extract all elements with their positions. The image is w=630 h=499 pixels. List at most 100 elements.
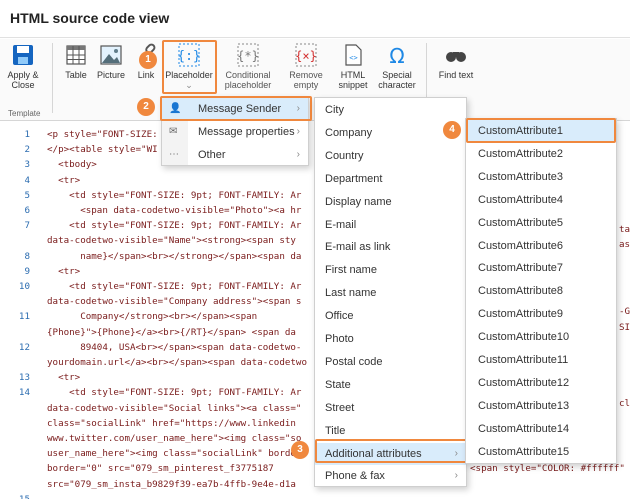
submenu-item-label: Country xyxy=(325,149,364,162)
line-number: 12 xyxy=(18,341,30,353)
line-number: 1 xyxy=(24,129,30,140)
submenu-item-label: First name xyxy=(325,264,377,277)
submenu-item-photo[interactable]: Photo xyxy=(315,328,466,350)
template-group-label: Template xyxy=(8,109,41,118)
code-line: <tr> xyxy=(47,174,81,186)
attribute-item-label: CustomAttribute14 xyxy=(478,422,570,435)
submenu-item-postal-code[interactable]: Postal code xyxy=(315,351,466,373)
table-label: Table xyxy=(65,70,87,80)
submenu-item-first-name[interactable]: First name xyxy=(315,259,466,281)
attribute-item-8[interactable]: CustomAttribute8 xyxy=(466,280,616,302)
message-sender-submenu: City Company Country Department Display name… xyxy=(314,97,467,487)
attribute-item-label: CustomAttribute8 xyxy=(478,285,563,298)
attribute-item-label: CustomAttribute13 xyxy=(478,399,570,412)
menu-item-label: Other xyxy=(198,149,226,161)
attribute-item-label: CustomAttribute7 xyxy=(478,262,563,275)
line-number: 8 xyxy=(24,250,30,262)
html-snippet-icon: <> xyxy=(345,44,362,66)
code-line: 89404, USA<br></span><span data-codetwo- xyxy=(47,341,302,353)
html-snippet-button[interactable]: <> HTML snippet xyxy=(332,43,374,97)
svg-text:<>: <> xyxy=(349,54,357,62)
submenu-item-label: Phone & fax xyxy=(325,470,385,483)
picture-button[interactable]: Picture xyxy=(94,43,128,97)
chevron-right-icon: › xyxy=(296,149,300,160)
line-number: 6 xyxy=(24,205,30,216)
attribute-item-13[interactable]: CustomAttribute13 xyxy=(466,395,616,417)
attribute-item-9[interactable]: CustomAttribute9 xyxy=(466,303,616,325)
svg-text:{*}: {*} xyxy=(237,49,259,63)
submenu-item-phone-fax[interactable]: Phone & fax › xyxy=(315,465,466,487)
remove-empty-button[interactable]: {×} Remove empty xyxy=(284,43,328,97)
find-text-button[interactable]: Find text xyxy=(434,43,478,97)
attribute-item-label: CustomAttribute9 xyxy=(478,308,563,321)
code-line: <p style="FONT-SIZE: xyxy=(47,129,158,140)
attribute-item-label: CustomAttribute3 xyxy=(478,170,563,183)
chevron-right-icon: › xyxy=(296,126,300,137)
placeholder-highlight xyxy=(162,40,217,94)
custom-attribute1-highlight xyxy=(466,118,616,143)
submenu-item-e-mail[interactable]: E-mail xyxy=(315,214,466,236)
attribute-item-label: CustomAttribute11 xyxy=(478,354,569,366)
attribute-item-label: CustomAttribute12 xyxy=(478,376,570,389)
submenu-item-label: E-mail as link xyxy=(325,241,391,254)
table-button[interactable]: Table xyxy=(60,43,92,97)
attribute-item-14[interactable]: CustomAttribute14 xyxy=(466,418,616,440)
submenu-item-office[interactable]: Office xyxy=(315,305,466,327)
line-number: 3 xyxy=(24,159,30,171)
submenu-item-label: Last name xyxy=(325,287,377,300)
submenu-item-e-mail-as-link[interactable]: E-mail as link xyxy=(315,236,466,258)
attribute-item-6[interactable]: CustomAttribute6 xyxy=(466,235,616,257)
conditional-placeholder-button[interactable]: {*} Conditional placeholder xyxy=(220,43,276,97)
code-line: <tbody> xyxy=(47,159,97,171)
submenu-item-last-name[interactable]: Last name xyxy=(315,282,466,304)
menu-item-message-properties[interactable]: ✉ Message properties › xyxy=(162,121,308,143)
code-fragment: SI xyxy=(619,322,630,333)
code-line: <tr> xyxy=(47,372,81,384)
attribute-item-label: CustomAttribute6 xyxy=(478,239,563,252)
submenu-item-label: Display name xyxy=(325,195,392,208)
submenu-item-label: E-mail xyxy=(325,218,357,231)
submenu-item-street[interactable]: Street xyxy=(315,397,466,419)
code-line: <td style="FONT-SIZE: 9pt; FONT-FAMILY: … xyxy=(47,387,302,399)
line-number: 15 xyxy=(8,494,30,499)
submenu-item-city[interactable]: City xyxy=(315,99,466,121)
step-badge-2: 2 xyxy=(137,98,155,116)
line-number: 4 xyxy=(24,174,30,186)
step-badge-1: 1 xyxy=(139,51,157,69)
code-line: yourdomain.url</a><br></span><span data-… xyxy=(47,357,307,368)
code-fragment: ta xyxy=(619,224,630,235)
code-fragment: <span style="COLOR: #ffffff" xyxy=(470,463,625,474)
attribute-item-2[interactable]: CustomAttribute2 xyxy=(466,143,616,165)
svg-text:Ω: Ω xyxy=(389,44,404,67)
attribute-item-7[interactable]: CustomAttribute7 xyxy=(466,257,616,279)
conditional-placeholder-label: Conditional placeholder xyxy=(224,70,272,90)
code-line: data-codetwo-visible="Social links"><a c… xyxy=(47,402,302,414)
attribute-item-4[interactable]: CustomAttribute4 xyxy=(466,189,616,211)
special-character-button[interactable]: Ω Special character xyxy=(376,43,418,97)
submenu-item-display-name[interactable]: Display name xyxy=(315,191,466,213)
submenu-item-state[interactable]: State xyxy=(315,374,466,396)
code-line: {Phone}">{Phone}</a><br>{/RT}</span> <sp… xyxy=(47,326,296,338)
attribute-item-5[interactable]: CustomAttribute5 xyxy=(466,212,616,234)
attribute-item-11[interactable]: CustomAttribute11 xyxy=(466,349,616,371)
attribute-item-12[interactable]: CustomAttribute12 xyxy=(466,372,616,394)
submenu-item-country[interactable]: Country xyxy=(315,145,466,167)
envelope-icon: ✉ xyxy=(169,126,178,137)
attribute-item-15[interactable]: CustomAttribute15 xyxy=(466,441,616,463)
picture-label: Picture xyxy=(96,70,125,80)
attribute-item-10[interactable]: CustomAttribute10 xyxy=(466,326,616,348)
link-label: Link xyxy=(137,70,155,80)
message-sender-highlight xyxy=(160,96,312,121)
attribute-item-3[interactable]: CustomAttribute3 xyxy=(466,166,616,188)
menu-item-other[interactable]: ⋯ Other › xyxy=(162,144,308,166)
find-text-label: Find text xyxy=(438,70,474,80)
line-number: 11 xyxy=(18,311,30,323)
submenu-item-label: Department xyxy=(325,172,383,185)
apply-close-button[interactable]: Apply & Close xyxy=(4,43,42,97)
special-character-label: Special character xyxy=(378,70,416,90)
code-line: <td style="FONT-SIZE: 9pt; FONT-FAMILY: … xyxy=(47,281,302,292)
submenu-item-department[interactable]: Department xyxy=(315,168,466,190)
step-badge-4: 4 xyxy=(443,121,461,139)
code-line: Company</strong><br></span><span xyxy=(47,311,258,323)
html-source-code-view-window: HTML source code view Apply & Close Tabl… xyxy=(0,0,630,499)
